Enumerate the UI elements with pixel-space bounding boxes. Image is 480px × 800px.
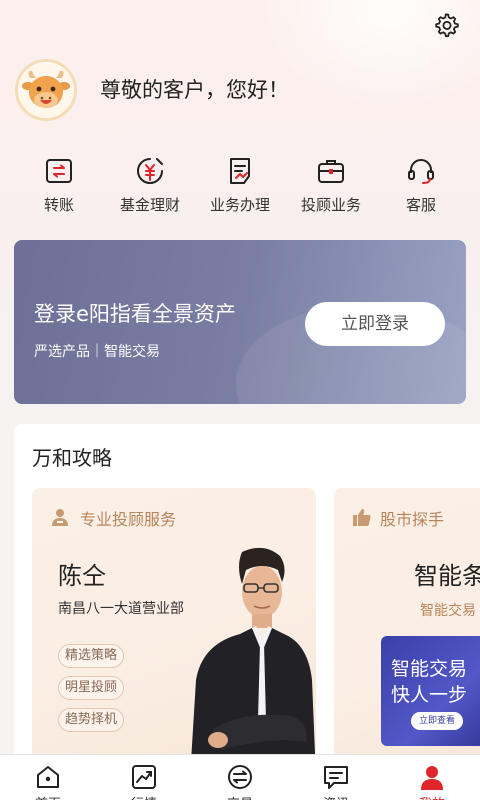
home-icon [37,766,59,788]
quick-action-label: 转账 [43,196,74,214]
tab-news[interactable]: 资讯 [288,755,384,800]
quick-action-label: 业务办理 [209,196,270,214]
strategy-section: 万和攻略 专业投顾服务 陈仝 南昌八一大道营业部 精选策略 明星投顾 趋势择机 [14,424,480,800]
advisor-person-icon [52,509,68,526]
user-icon [421,766,443,790]
login-banner-subtitle: 严选产品｜智能交易 [34,344,160,360]
business-icon [230,158,250,184]
quick-action-advisory[interactable]: 投顾业务 [286,156,376,215]
stock-card[interactable]: 股市探手 智能条 智能交易 智能交易 快人一步 立即查看 [334,488,480,778]
quick-action-transfer[interactable]: 转账 [14,156,104,215]
stock-card-title: 智能条 [414,562,480,590]
gear-icon[interactable] [432,11,460,39]
tab-label: 交易 [192,793,288,800]
transfer-icon [46,159,72,183]
advisor-name: 陈仝 [58,562,106,590]
stock-card-header-text: 股市探手 [380,510,445,529]
promo-line-1: 智能交易 [391,658,468,680]
login-banner[interactable]: 登录e阳指看全景资产 严选产品｜智能交易 立即登录 [14,240,466,404]
bottom-tab-bar: 首页 行情 交易 资讯 我的 [0,754,480,800]
quick-action-business[interactable]: 业务办理 [195,156,285,215]
tab-home[interactable]: 首页 [0,755,96,800]
login-banner-title: 登录e阳指看全景资产 [34,302,236,326]
quick-action-fund[interactable]: 基金理财 [105,156,195,215]
tab-trade[interactable]: 交易 [192,755,288,800]
stock-card-subtitle: 智能交易 [420,603,476,619]
message-icon [324,766,348,789]
promo-view-button[interactable]: 立即查看 [411,712,464,730]
chart-icon [132,765,156,789]
quick-action-label: 投顾业务 [300,196,361,214]
quick-action-label: 客服 [405,196,436,214]
advisor-tag: 趋势择机 [58,708,125,732]
advisor-tag: 明星投顾 [58,676,125,700]
advisor-card-header-text: 专业投顾服务 [80,510,177,529]
tab-label: 首页 [0,793,96,800]
fund-icon [137,158,163,184]
cow-mascot-avatar [18,62,74,118]
avatar[interactable] [15,59,77,121]
exchange-icon [228,765,252,789]
quick-actions: 转账 基金理财 业务办理 投顾业务 客服 [0,156,480,220]
promo-banner[interactable]: 智能交易 快人一步 立即查看 [381,636,480,746]
tab-mine[interactable]: 我的 [384,755,480,800]
advisor-branch: 南昌八一大道营业部 [58,601,184,617]
tab-label: 资讯 [288,793,384,800]
tab-market[interactable]: 行情 [96,755,192,800]
tab-label: 我的 [384,793,480,800]
tab-label: 行情 [96,793,192,800]
section-title: 万和攻略 [32,446,112,470]
advisor-tag: 精选策略 [58,644,125,668]
thumbs-up-icon [353,509,371,526]
greeting-text: 尊敬的客户，您好！ [100,78,289,102]
login-button[interactable]: 立即登录 [305,302,445,346]
briefcase-icon [318,160,344,183]
advisor-card[interactable]: 专业投顾服务 陈仝 南昌八一大道营业部 精选策略 明星投顾 趋势择机 [32,488,316,778]
quick-action-label: 基金理财 [119,196,180,214]
promo-line-2: 快人一步 [391,684,468,706]
quick-action-service[interactable]: 客服 [376,156,466,215]
headset-icon [408,159,434,184]
advisor-portrait [190,547,316,778]
